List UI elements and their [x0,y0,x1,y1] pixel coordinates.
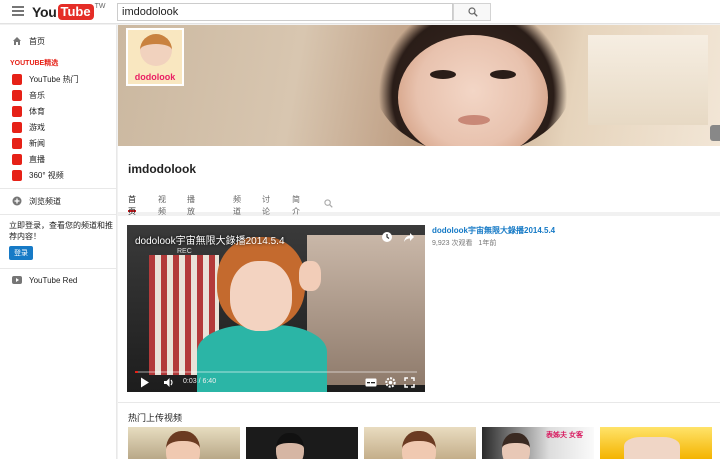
home-icon [12,36,22,46]
sidebar-item-label: 浏览频道 [29,196,61,206]
youtube-play-icon [12,73,22,85]
live-icon [12,153,22,165]
sidebar-item-gaming[interactable]: 游戏 [0,119,117,135]
top-bar: You Tube TW imdodolook [0,0,720,24]
sidebar-item-label: 首页 [29,36,45,46]
trophy-icon [12,105,22,117]
sidebar-item-news[interactable]: 新闻 [0,135,117,151]
tab-channels[interactable]: 频道 [233,194,241,216]
banner-edit-icon[interactable] [710,125,720,141]
sidebar-divider [0,268,117,269]
sidebar-item-360[interactable]: 360° 视频 [0,167,117,183]
sidebar-item-home[interactable]: 首页 [0,33,117,49]
channel-banner: dodolook [118,25,720,146]
video-thumbnail[interactable] [128,427,240,459]
sidebar-section-title: YOUTUBE精选 [10,60,59,67]
video-thumbnail[interactable] [364,427,476,459]
sidebar-item-label: 游戏 [29,122,45,132]
section-divider [118,402,720,403]
upload-age: 1年前 [478,240,497,247]
youtube-logo[interactable]: You Tube TW [32,3,106,21]
main-content: dodolook imdodolook 首页 视频 播放列表 频道 讨论 简介 … [118,25,720,459]
sidebar-item-music[interactable]: 音乐 [0,87,117,103]
sidebar-item-sports[interactable]: 体育 [0,103,117,119]
sidebar-divider [0,188,117,189]
share-icon[interactable] [403,231,415,243]
watch-later-icon[interactable] [381,231,393,243]
featured-video-meta: 9,923 次观看 1年前 [432,238,500,248]
current-time: 0:03 [183,378,197,385]
time-display: 0:03 / 6:40 [183,378,217,385]
tab-about[interactable]: 简介 [292,194,300,216]
player-controls: 0:03 / 6:40 [127,374,425,392]
section-title[interactable]: 热门上传视频 [128,411,182,424]
sidebar-item-label: 新闻 [29,138,45,148]
channel-avatar[interactable]: dodolook [126,28,184,86]
video-thumbnail[interactable] [600,427,712,459]
logo-tube-text: Tube [57,4,94,20]
search-button[interactable] [453,3,491,21]
channel-home-content: dodolook宇宙無限大錄播2014.5.4 REC 0:03 / 6:40 … [118,216,720,459]
menu-icon[interactable] [12,6,24,16]
sidebar-item-label: 音乐 [29,90,45,100]
youtube-red-icon [12,275,22,285]
channel-header: imdodolook 首页 视频 播放列表 频道 讨论 简介 [118,146,720,240]
sidebar-item-label: 直播 [29,154,45,164]
player-title: dodolook宇宙無限大錄播2014.5.4 [135,236,285,247]
360-icon [12,169,22,181]
channel-search-icon[interactable] [324,195,333,213]
gamepad-icon [12,121,22,133]
sidebar-item-youtube-red[interactable]: YouTube Red [0,272,117,288]
search-input[interactable]: imdodolook [117,3,453,21]
tab-discussion[interactable]: 讨论 [262,194,270,216]
sidebar-divider [0,214,117,215]
duration: 6:40 [202,378,217,385]
rec-label: REC [177,248,192,255]
logo-region: TW [94,3,106,10]
newspaper-icon [12,137,22,149]
tab-playlists[interactable]: 播放列表 [187,194,195,240]
play-icon[interactable] [140,377,150,388]
featured-video-title[interactable]: dodolook宇宙無限大錄播2014.5.4 [432,225,555,236]
sidebar-item-browse-channels[interactable]: 浏览频道 [0,193,117,209]
sidebar-item-live[interactable]: 直播 [0,151,117,167]
sidebar-item-label: 体育 [29,106,45,116]
video-player[interactable]: dodolook宇宙無限大錄播2014.5.4 REC 0:03 / 6:40 [127,225,425,392]
view-count: 9,923 次观看 [432,240,473,247]
sidebar-item-trending[interactable]: YouTube 热门 [0,71,117,87]
sidebar-item-label: 360° 视频 [29,170,64,180]
captions-icon[interactable] [365,377,377,388]
avatar-label: dodolook [134,72,176,82]
settings-icon[interactable] [385,377,396,388]
logo-you-text: You [32,4,57,20]
plus-circle-icon [12,196,22,206]
progress-bar[interactable] [135,371,417,373]
sidebar-item-label: YouTube Red [29,275,78,285]
volume-icon[interactable] [163,377,175,388]
sidebar: 首页 YOUTUBE精选 YouTube 热门 音乐 体育 游戏 新闻 直播 3… [0,25,117,459]
search-icon [468,7,478,17]
channel-name[interactable]: imdodolook [128,162,196,176]
headphones-icon [12,89,22,101]
video-thumbnail[interactable]: 表姊夫 女客 [482,427,594,459]
fullscreen-icon[interactable] [404,377,415,388]
login-prompt: 立即登录，查看您的频道和推荐内容！ [9,221,113,241]
video-thumbnail[interactable] [246,427,358,459]
tab-videos[interactable]: 视频 [158,194,166,216]
tab-home[interactable]: 首页 [128,194,136,216]
login-button[interactable]: 登录 [9,246,33,260]
thumbnail-text: 表姊夫 女客 [546,432,583,439]
sidebar-item-label: YouTube 热门 [29,74,79,84]
